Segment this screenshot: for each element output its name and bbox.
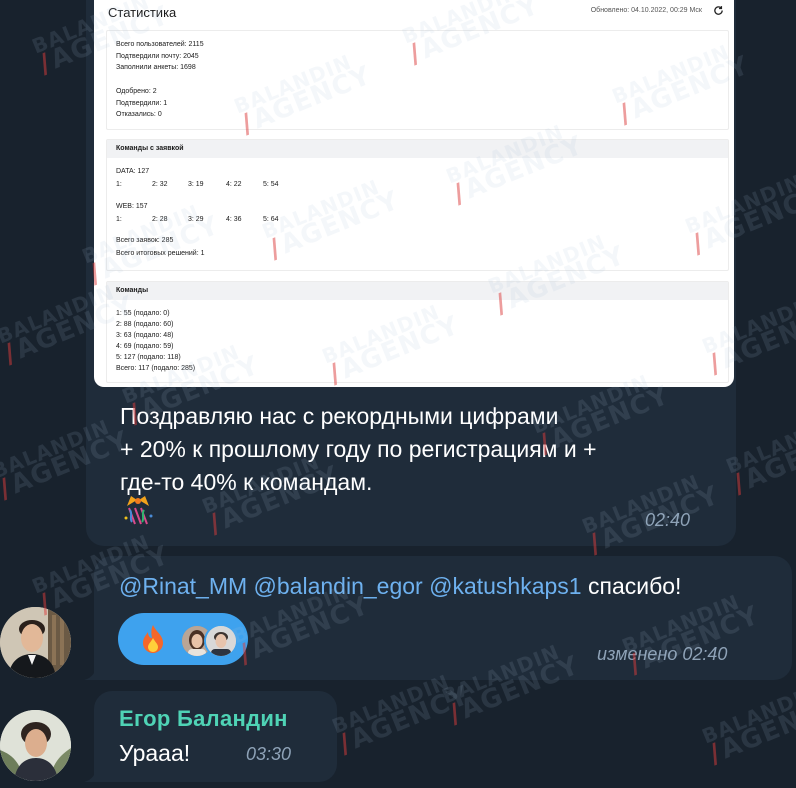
message-time: 02:40: [645, 510, 691, 530]
sender-name[interactable]: Егор Баландин: [119, 706, 288, 732]
bubble-tail: [84, 768, 104, 782]
web-col: 4: 36: [226, 216, 242, 223]
total-final-solutions: Всего итоговых решений: 1: [116, 250, 205, 257]
data-track-total: DATA: 127: [116, 168, 150, 175]
refresh-icon: [714, 6, 723, 15]
confetti-emoji: [124, 496, 153, 525]
panel-header: Команды: [107, 282, 728, 300]
declined-count: Отказались: 0: [116, 111, 162, 118]
bubble-tail: [84, 666, 104, 680]
data-col: 3: 19: [188, 181, 204, 188]
mention-link[interactable]: @katushkaps1: [429, 573, 582, 599]
message-line: где-то 40% к командам.: [120, 469, 373, 495]
team-row: 2: 88 (подало: 60): [116, 321, 174, 328]
message-body: спасибо!: [587, 573, 682, 599]
teams-panel: Команды 1: 55 (подало: 0) 2: 88 (подало:…: [106, 281, 729, 383]
reactor-avatar-image: [206, 626, 236, 656]
message-text: Поздравляю нас с рекордными цифрами + 20…: [120, 400, 720, 499]
message-text: @Rinat_MM @balandin_egor @katushkaps1 сп…: [119, 573, 681, 600]
total-applications: Всего заявок: 285: [116, 237, 174, 244]
panel-header: Команды с заявкой: [107, 140, 728, 158]
avatar-image: [0, 607, 71, 678]
team-row: 3: 63 (подало: 48): [116, 332, 174, 339]
web-col: 5: 64: [263, 216, 279, 223]
confirmed-email: Подтвердили почту: 2045: [116, 53, 199, 60]
message-text: Урааа!: [119, 740, 191, 766]
message-line: + 20% к прошлому году по регистрациям и …: [120, 436, 597, 462]
team-row: 5: 127 (подало: 118): [116, 354, 181, 361]
web-track-total: WEB: 157: [116, 203, 148, 210]
total-users: Всего пользователей: 2115: [116, 41, 204, 48]
data-col: 1:: [116, 181, 122, 188]
data-col: 4: 22: [226, 181, 242, 188]
statistics-screenshot[interactable]: Статистика Обновлено: 04.10.2022, 00:29 …: [94, 0, 734, 387]
avatar[interactable]: [0, 710, 71, 781]
stats-title: Статистика: [108, 5, 177, 20]
data-col: 2: 32: [152, 181, 168, 188]
mention-link[interactable]: @Rinat_MM: [119, 573, 247, 599]
team-row: 1: 55 (подало: 0): [116, 310, 170, 317]
web-col: 3: 29: [188, 216, 204, 223]
avatar-image: [0, 710, 71, 781]
summary-panel: Всего пользователей: 2115 Подтвердили по…: [106, 30, 729, 130]
teams-with-application-panel: Команды с заявкой DATA: 127 1: 2: 32 3: …: [106, 139, 729, 271]
web-col: 1:: [116, 216, 122, 223]
reactor-avatar[interactable]: [204, 624, 238, 658]
watermark: BALANDINAGENCY: [329, 669, 474, 757]
message-bubble[interactable]: [94, 691, 337, 782]
web-col: 2: 28: [152, 216, 168, 223]
approved-count: Одобрено: 2: [116, 88, 157, 95]
filled-forms: Заполнили анкеты: 1698: [116, 64, 196, 71]
watermark: BALANDINAGENCY: [699, 679, 796, 767]
message-line: Поздравляю нас с рекордными цифрами: [120, 403, 559, 429]
fire-icon: [143, 625, 163, 653]
mention-link[interactable]: @balandin_egor: [254, 573, 423, 599]
team-row: Всего: 117 (подало: 285): [116, 365, 196, 372]
stats-updated-time: Обновлено: 04.10.2022, 00:29 Мск: [590, 7, 702, 14]
team-row: 4: 69 (подало: 59): [116, 343, 174, 350]
avatar[interactable]: [0, 607, 71, 678]
confirmed-count: Подтвердили: 1: [116, 100, 168, 107]
message-time: 03:30: [246, 744, 292, 764]
data-col: 5: 54: [263, 181, 279, 188]
message-time: изменено 02:40: [597, 644, 728, 664]
